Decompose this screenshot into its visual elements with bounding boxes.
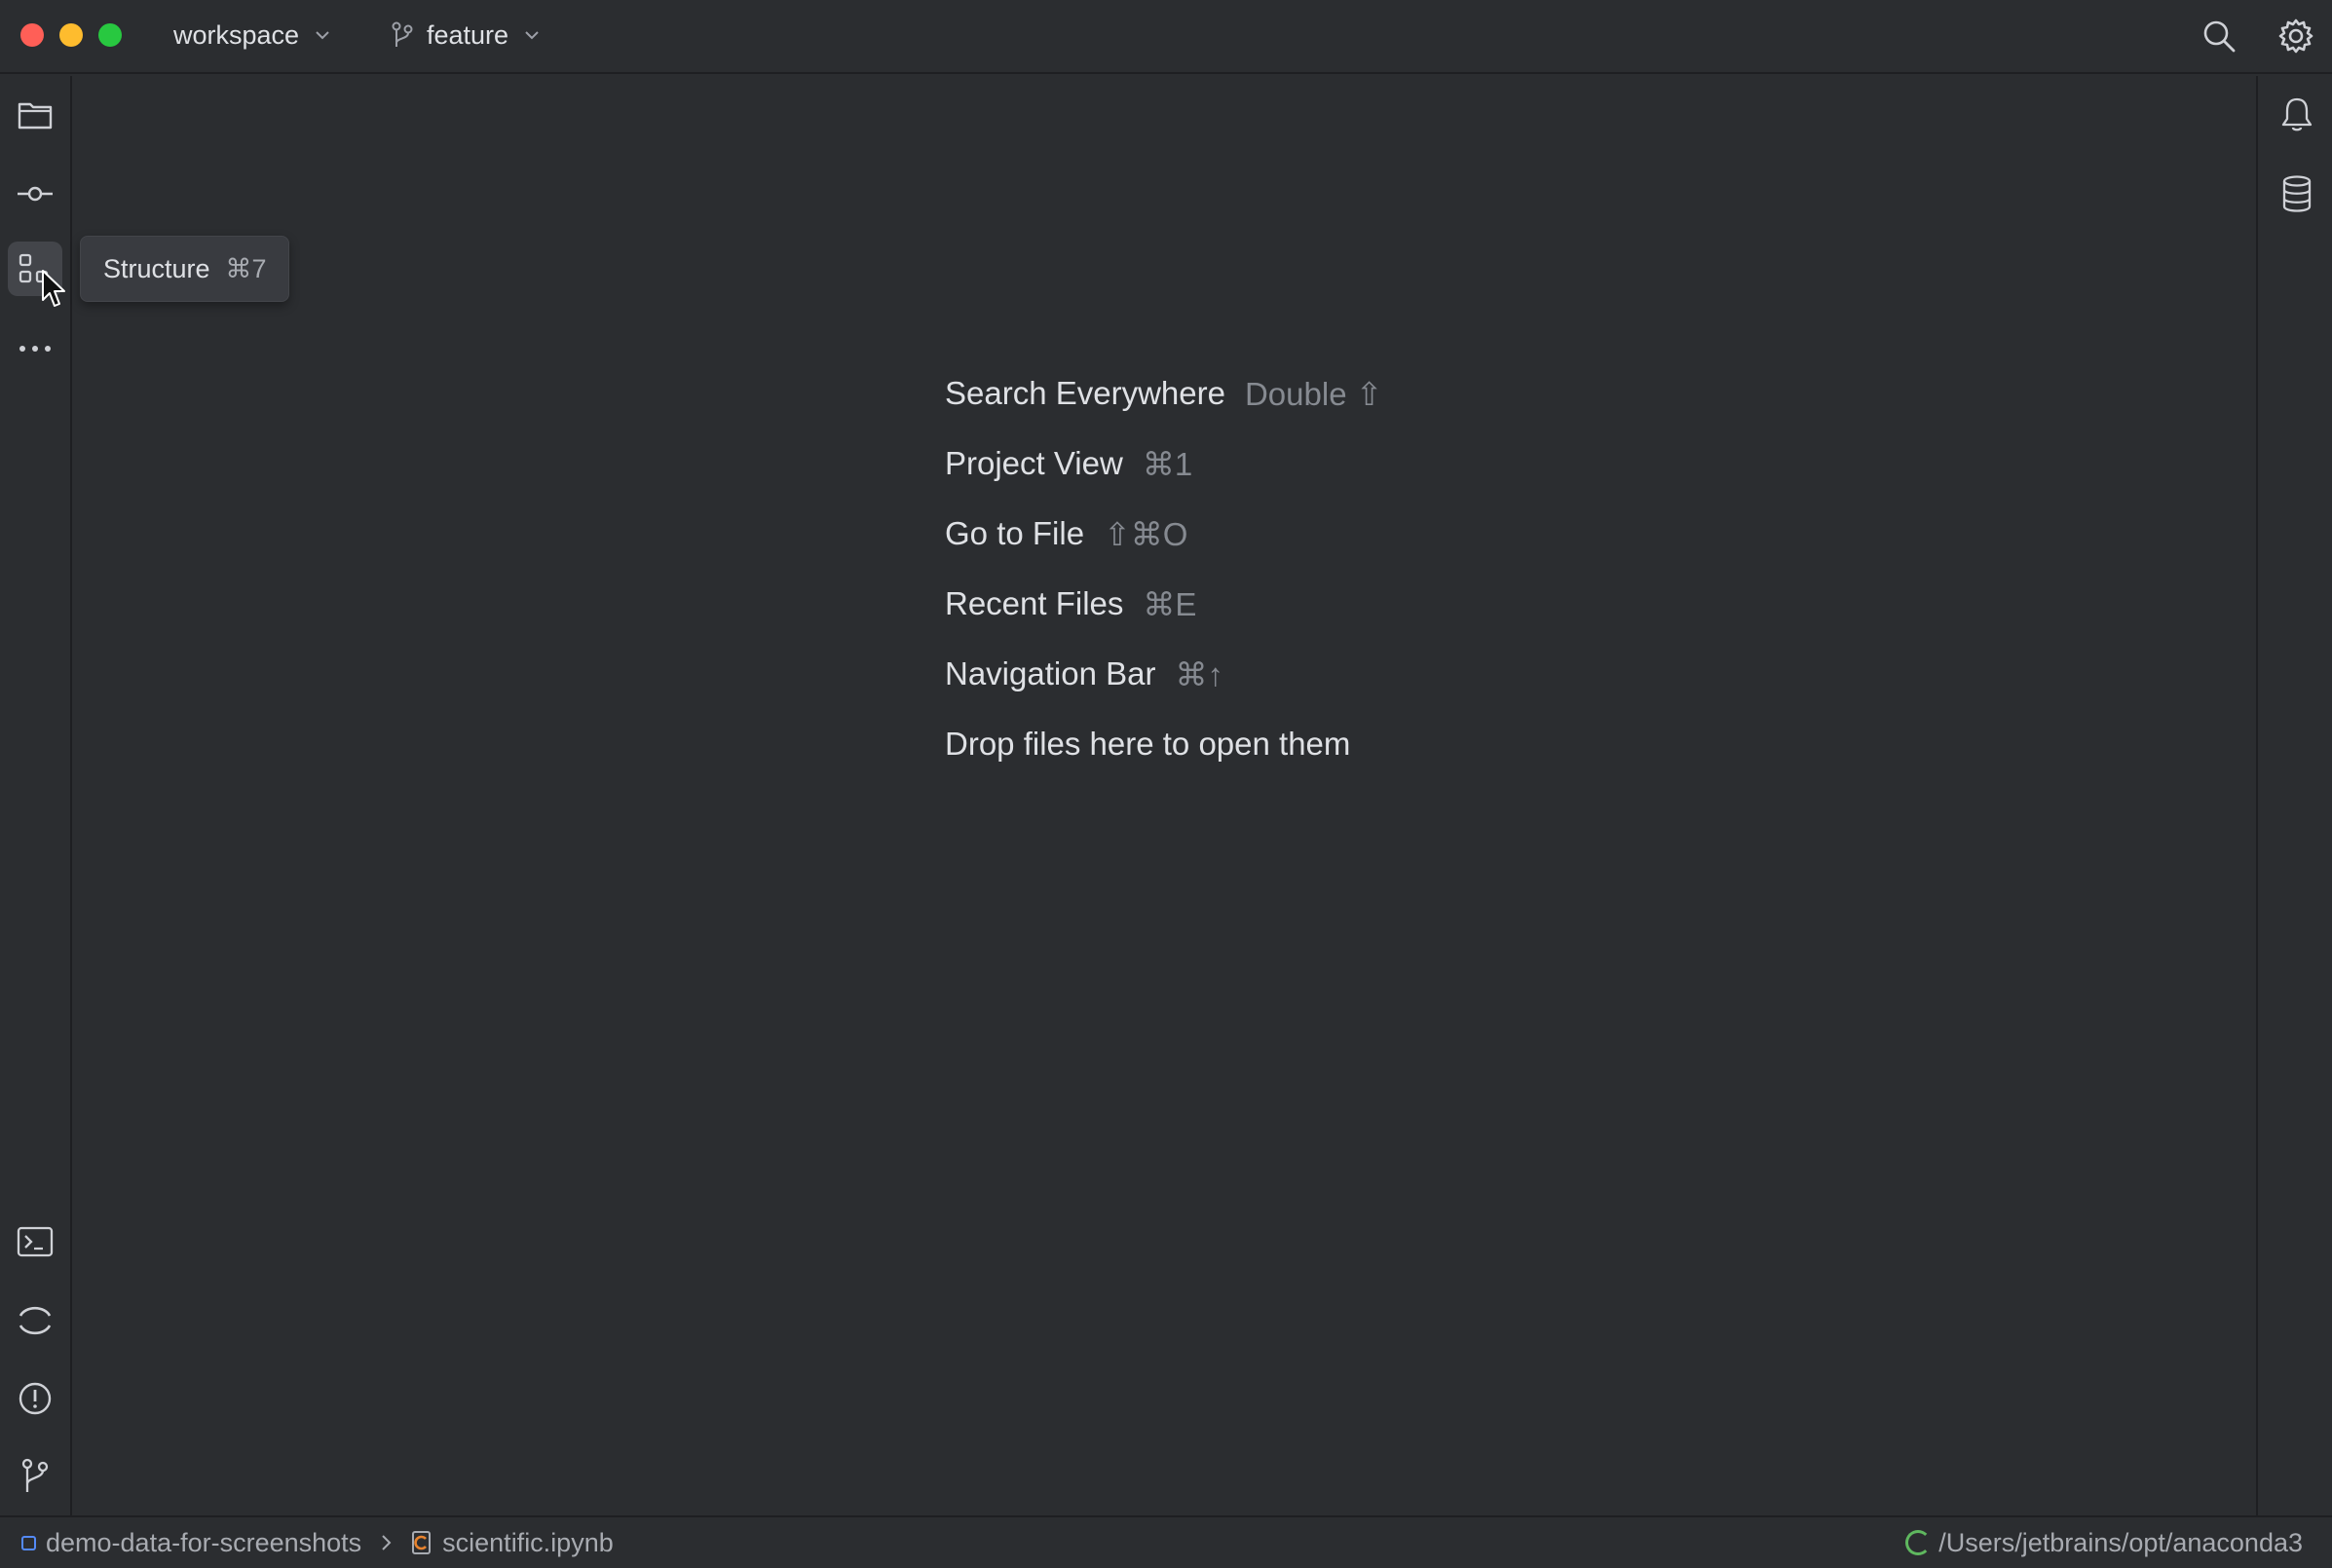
hint-label: Go to File bbox=[945, 515, 1085, 551]
hint-label: Drop files here to open them bbox=[945, 726, 1351, 762]
notifications-icon bbox=[2281, 97, 2313, 131]
hint-shortcut: ⌘1 bbox=[1142, 445, 1193, 482]
branch-icon bbox=[392, 21, 413, 47]
project-switcher[interactable]: workspace bbox=[173, 14, 332, 56]
more-tools-button[interactable] bbox=[8, 321, 62, 376]
window-close-button[interactable] bbox=[20, 23, 44, 47]
problems-icon bbox=[19, 1382, 52, 1415]
hint-label: Search Everywhere bbox=[945, 375, 1225, 411]
problems-tool-button[interactable] bbox=[8, 1371, 62, 1426]
right-tool-strip bbox=[2256, 76, 2332, 1515]
module-icon bbox=[21, 1535, 36, 1550]
module-name: demo-data-for-screenshots bbox=[46, 1527, 362, 1557]
tooltip-label: Structure bbox=[103, 253, 210, 283]
branch-switcher[interactable]: feature bbox=[390, 14, 542, 56]
project-tool-button[interactable] bbox=[8, 88, 62, 142]
hint-label: Project View bbox=[945, 445, 1123, 481]
branch-name: feature bbox=[427, 19, 509, 50]
hint-go-to-file[interactable]: Go to File ⇧⌘O bbox=[945, 499, 1382, 569]
hint-shortcut: ⇧⌘O bbox=[1104, 515, 1188, 552]
python-console-icon bbox=[19, 1306, 52, 1335]
hint-search-everywhere[interactable]: Search Everywhere Double ⇧ bbox=[945, 358, 1382, 429]
mouse-pointer-icon bbox=[42, 270, 65, 307]
interpreter-path: /Users/jetbrains/opt/anaconda3 bbox=[1938, 1527, 2303, 1557]
tooltip-shortcut: ⌘7 bbox=[225, 253, 267, 283]
database-icon bbox=[2282, 175, 2312, 212]
terminal-icon bbox=[17, 1226, 54, 1257]
more-icon bbox=[19, 346, 51, 352]
editor-empty-area[interactable]: Search Everywhere Double ⇧ Project View … bbox=[74, 76, 2254, 1515]
gear-icon bbox=[2278, 19, 2313, 54]
loading-spinner-icon bbox=[1905, 1530, 1932, 1555]
search-button[interactable] bbox=[2199, 16, 2239, 56]
git-icon bbox=[21, 1458, 49, 1492]
hint-shortcut: ⌘↑ bbox=[1175, 655, 1223, 692]
hint-label: Navigation Bar bbox=[945, 655, 1156, 691]
search-icon bbox=[2203, 20, 2236, 53]
database-button[interactable] bbox=[2270, 167, 2324, 221]
structure-tooltip: Structure ⌘7 bbox=[80, 236, 289, 302]
chevron-down-icon bbox=[525, 31, 539, 40]
chevron-down-icon bbox=[316, 31, 329, 40]
hint-label: Recent Files bbox=[945, 585, 1124, 621]
title-bar: workspace feature bbox=[0, 0, 2332, 74]
interpreter-widget[interactable]: /Users/jetbrains/opt/anaconda3 bbox=[1905, 1528, 2303, 1558]
folder-icon bbox=[18, 102, 53, 130]
hint-shortcut: Double ⇧ bbox=[1244, 375, 1383, 412]
commit-icon bbox=[18, 186, 53, 202]
ide-window: workspace feature Search Everywhere Doub… bbox=[0, 0, 2332, 1568]
file-name: scientific.ipynb bbox=[442, 1527, 614, 1557]
terminal-tool-button[interactable] bbox=[8, 1214, 62, 1269]
hint-project-view[interactable]: Project View ⌘1 bbox=[945, 429, 1382, 499]
notebook-icon bbox=[412, 1531, 432, 1554]
hint-recent-files[interactable]: Recent Files ⌘E bbox=[945, 569, 1382, 639]
hint-shortcut: ⌘E bbox=[1143, 585, 1197, 622]
settings-button[interactable] bbox=[2276, 16, 2316, 56]
project-name: workspace bbox=[173, 19, 300, 50]
window-minimize-button[interactable] bbox=[59, 23, 83, 47]
git-tool-button[interactable] bbox=[8, 1448, 62, 1503]
empty-editor-hints: Search Everywhere Double ⇧ Project View … bbox=[945, 358, 1382, 779]
python-console-tool-button[interactable] bbox=[8, 1293, 62, 1348]
hint-navigation-bar[interactable]: Navigation Bar ⌘↑ bbox=[945, 639, 1382, 709]
hint-drop-files: Drop files here to open them bbox=[945, 709, 1382, 779]
breadcrumb-file[interactable]: scientific.ipynb bbox=[410, 1528, 614, 1558]
notifications-button[interactable] bbox=[2270, 88, 2324, 142]
chevron-right-icon bbox=[382, 1535, 392, 1550]
window-maximize-button[interactable] bbox=[98, 23, 122, 47]
commit-tool-button[interactable] bbox=[8, 167, 62, 221]
status-bar: demo-data-for-screenshots scientific.ipy… bbox=[0, 1515, 2332, 1568]
breadcrumb-module[interactable]: demo-data-for-screenshots bbox=[21, 1528, 361, 1558]
